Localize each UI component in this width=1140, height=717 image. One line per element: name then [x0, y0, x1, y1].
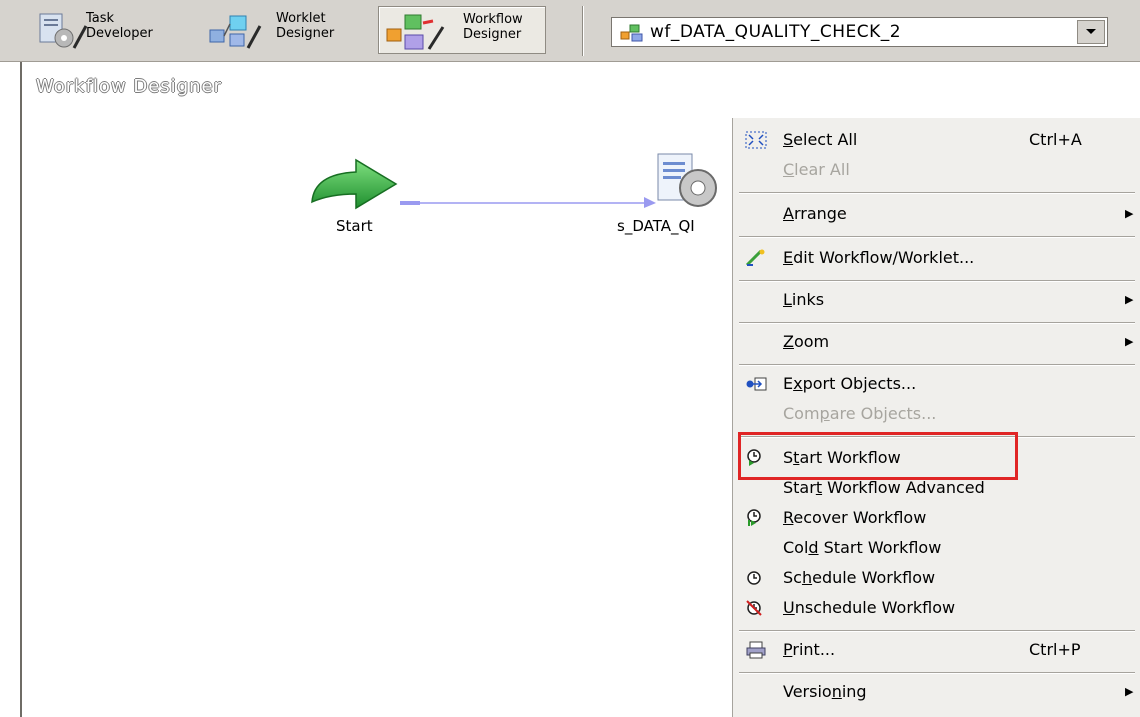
dropdown-arrow-button[interactable] — [1077, 20, 1105, 44]
designer-toolbar: Task Developer Worklet Designer Workflow… — [0, 0, 1140, 62]
cold-start-workflow-mnemonic: d — [808, 538, 819, 557]
menu-separator — [739, 236, 1135, 238]
cold-start-workflow-prefix: Col — [783, 538, 809, 557]
submenu-arrow-icon: ▶ — [1125, 207, 1134, 220]
menu-item-clear-all: Clear All — [733, 156, 1140, 184]
start-node-label: Start — [336, 217, 373, 235]
menu-item-edit-workflow[interactable]: Edit Workflow/Worklet... — [733, 244, 1140, 272]
edit-workflow-label: dit Workflow/Worklet... — [793, 248, 975, 267]
schedule-workflow-mnemonic: h — [801, 568, 813, 587]
recover-workflow-icon — [747, 509, 761, 526]
clear-all-label: lear All — [794, 160, 850, 179]
start-workflow-advanced-label: Workflow Advanced — [822, 478, 985, 497]
versioning-mnemonic: n — [831, 682, 842, 701]
menu-separator — [739, 192, 1135, 194]
workflow-icon — [620, 24, 643, 42]
menu-item-schedule-workflow[interactable]: Schedule Workflow — [733, 564, 1140, 592]
menu-item-select-all[interactable]: Select All Ctrl+A — [733, 126, 1140, 154]
compare-objects-mnemonic: p — [819, 404, 830, 423]
unschedule-workflow-label: nschedule Workflow — [794, 598, 956, 617]
unschedule-workflow-mnemonic: U — [783, 598, 795, 617]
menu-item-cold-start-workflow[interactable]: Cold Start Workflow — [733, 534, 1140, 562]
menu-separator — [739, 322, 1135, 324]
menu-item-recover-workflow[interactable]: Recover Workflow — [733, 504, 1140, 532]
worklet-designer-icon — [209, 15, 262, 49]
menu-item-zoom[interactable]: Zoom ▶ — [733, 328, 1140, 356]
zoom-label: oom — [793, 332, 830, 351]
versioning-label: ing — [841, 682, 867, 701]
select-all-label: elect All — [793, 130, 858, 149]
recover-workflow-label: ecover Workflow — [793, 508, 927, 527]
select-all-mnemonic: S — [783, 130, 794, 149]
menu-separator — [739, 280, 1135, 282]
start-node-icon[interactable] — [304, 158, 400, 212]
session-node-icon[interactable] — [652, 150, 734, 214]
menu-separator — [739, 672, 1135, 674]
context-menu: Select All Ctrl+A Clear All Arrange ▶ Ed… — [732, 118, 1140, 717]
chevron-down-icon — [1086, 29, 1096, 34]
submenu-arrow-icon: ▶ — [1125, 685, 1134, 698]
print-label: rint... — [792, 640, 836, 659]
export-objects-prefix: E — [783, 374, 794, 393]
edit-brush-icon — [745, 249, 765, 267]
clear-all-mnemonic: C — [783, 160, 795, 179]
export-icon — [746, 377, 767, 391]
submenu-arrow-icon: ▶ — [1125, 293, 1134, 306]
menu-separator — [739, 364, 1135, 366]
print-mnemonic: P — [783, 640, 793, 659]
workflow-designer-button[interactable]: Workflow Designer — [378, 6, 546, 54]
versioning-prefix: Versio — [783, 682, 832, 701]
workflow-designer-label: Workflow Designer — [463, 12, 523, 42]
select-all-shortcut: Ctrl+A — [1029, 130, 1082, 149]
menu-item-print[interactable]: Print... Ctrl+P — [733, 636, 1140, 664]
start-workflow-highlight-box — [738, 432, 1018, 480]
links-label: inks — [791, 290, 825, 309]
arrange-label: rrange — [793, 204, 847, 223]
export-objects-label: port Objects... — [802, 374, 917, 393]
unschedule-clock-icon — [746, 600, 762, 616]
menu-separator — [739, 630, 1135, 632]
worklet-designer-label: Worklet Designer — [276, 11, 335, 41]
schedule-workflow-label: edule Workflow — [812, 568, 936, 587]
workflow-designer-icon — [386, 14, 445, 50]
menu-item-export-objects[interactable]: Export Objects... — [733, 370, 1140, 398]
session-node-label: s_DATA_QI — [617, 217, 695, 235]
select-all-icon — [745, 131, 767, 149]
links-mnemonic: L — [783, 290, 792, 309]
export-objects-mnemonic: x — [793, 374, 803, 393]
menu-item-versioning[interactable]: Versioning ▶ — [733, 678, 1140, 706]
compare-objects-label: are Objects... — [829, 404, 937, 423]
menu-item-links[interactable]: Links ▶ — [733, 286, 1140, 314]
arrange-mnemonic: A — [783, 204, 794, 223]
cold-start-workflow-label: Start Workflow — [818, 538, 942, 557]
toolbar-separator — [582, 6, 584, 56]
menu-item-arrange[interactable]: Arrange ▶ — [733, 200, 1140, 228]
task-developer-label: Task Developer — [86, 11, 153, 41]
workflow-selector-value: wf_DATA_QUALITY_CHECK_2 — [650, 22, 902, 42]
menu-item-compare-objects: Compare Objects... — [733, 400, 1140, 428]
link-arrow[interactable] — [400, 192, 662, 208]
workflow-selector-dropdown[interactable]: wf_DATA_QUALITY_CHECK_2 — [611, 17, 1108, 47]
menu-item-unschedule-workflow[interactable]: Unschedule Workflow — [733, 594, 1140, 622]
recover-workflow-mnemonic: R — [783, 508, 794, 527]
compare-objects-prefix: Com — [783, 404, 820, 423]
printer-icon — [746, 641, 766, 659]
canvas-title: Workflow Designer — [36, 76, 222, 97]
submenu-arrow-icon: ▶ — [1125, 335, 1134, 348]
task-developer-button[interactable]: Task Developer — [30, 6, 190, 54]
schedule-workflow-prefix: Sc — [783, 568, 802, 587]
edit-workflow-mnemonic: E — [783, 248, 794, 267]
start-workflow-advanced-prefix: Star — [783, 478, 816, 497]
zoom-mnemonic: Z — [783, 332, 794, 351]
clock-icon — [747, 571, 761, 585]
worklet-designer-button[interactable]: Worklet Designer — [196, 6, 372, 54]
print-shortcut: Ctrl+P — [1029, 640, 1081, 659]
